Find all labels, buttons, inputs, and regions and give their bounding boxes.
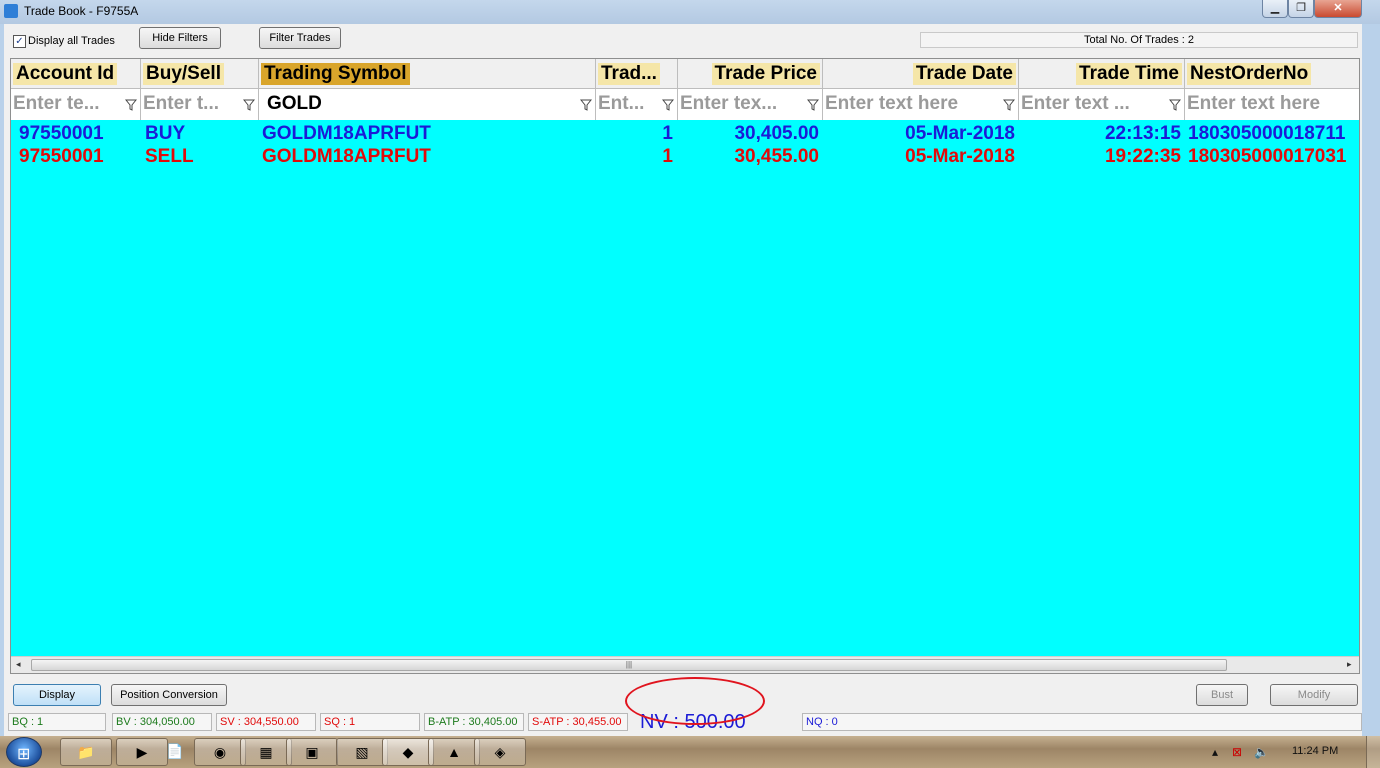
network-error-icon[interactable]: ⊠ (1232, 745, 1242, 759)
table-row[interactable]: 97550001 BUY GOLDM18APRFUT 1 30,405.00 0… (11, 122, 1359, 145)
cell-trade-qty: 1 (662, 123, 673, 144)
minimize-button[interactable]: ▁ (1262, 0, 1288, 18)
window-icon[interactable]: ▣ (286, 738, 338, 766)
scroll-right-arrow-icon[interactable]: ▸ (1347, 659, 1352, 670)
cell-trading-symbol: GOLDM18APRFUT (262, 146, 431, 167)
funnel-filter-icon[interactable] (807, 99, 819, 111)
filter-input-account-id[interactable] (13, 93, 121, 115)
cell-buy-sell: SELL (145, 146, 194, 167)
filter-input-nest-order-no[interactable] (1187, 93, 1355, 115)
cell-nest-order-no: 180305000018711 (1188, 123, 1346, 144)
windows-logo-icon: ⊞ (17, 746, 31, 763)
column-header-trading-symbol[interactable]: Trading Symbol (259, 59, 596, 89)
cell-trade-qty: 1 (662, 146, 673, 167)
excel-icon[interactable]: ▧ (336, 738, 388, 766)
network-icon[interactable]: ◈ (474, 738, 526, 766)
column-header-trade-date[interactable]: Trade Date (823, 59, 1019, 89)
funnel-filter-icon[interactable] (1169, 99, 1181, 111)
cell-buy-sell: BUY (145, 123, 186, 144)
trade-book-window: ✓ Display all Trades Hide Filters Filter… (0, 24, 1366, 736)
prism-icon[interactable]: ▲ (428, 738, 480, 766)
tray-expand-icon[interactable]: ▴ (1212, 745, 1218, 759)
title-bar: Trade Book - F9755A ▁ ❐ ✕ (0, 0, 1380, 24)
filter-cell-trade-time (1019, 89, 1185, 120)
red-annotation-circle (625, 677, 765, 725)
column-header-nest-order-no[interactable]: NestOrderNo (1185, 59, 1359, 89)
horizontal-scrollbar[interactable]: ◂ ||| ▸ (11, 656, 1359, 673)
status-buy-value: BV : 304,050.00 (112, 713, 212, 731)
document-icon[interactable]: 📄 (160, 738, 190, 766)
window-title: Trade Book - F9755A (24, 4, 139, 18)
column-header-account-id[interactable]: Account Id (11, 59, 141, 89)
trade-grid: Account Id Buy/Sell Trading Symbol Trad.… (10, 58, 1360, 674)
cell-trade-time: 22:13:15 (1104, 123, 1181, 144)
cell-trading-symbol: GOLDM18APRFUT (262, 123, 431, 144)
volume-icon[interactable]: 🔈 (1254, 745, 1269, 759)
status-sell-value: SV : 304,550.00 (216, 713, 316, 731)
funnel-filter-icon[interactable] (662, 99, 674, 111)
cell-trade-price: 30,405.00 (734, 123, 819, 144)
cell-nest-order-no: 180305000017031 (1188, 146, 1347, 167)
chrome-icon[interactable]: ◉ (194, 738, 246, 766)
bust-button[interactable]: Bust (1196, 684, 1248, 706)
column-header-trade-time[interactable]: Trade Time (1019, 59, 1185, 89)
column-header-buy-sell[interactable]: Buy/Sell (141, 59, 259, 89)
cell-account-id: 97550001 (19, 146, 104, 167)
close-button[interactable]: ✕ (1314, 0, 1362, 18)
filter-cell-trade-date (823, 89, 1019, 120)
filter-trades-button[interactable]: Filter Trades (259, 27, 341, 49)
filter-cell-account-id (11, 89, 141, 120)
folder-icon[interactable]: 📁 (60, 738, 112, 766)
toolbar: ✓ Display all Trades Hide Filters Filter… (8, 24, 1364, 56)
filter-cell-trade-price (678, 89, 823, 120)
hide-filters-button[interactable]: Hide Filters (139, 27, 221, 49)
status-net-qty: NQ : 0 (802, 713, 1362, 731)
filter-input-trading-symbol[interactable] (267, 93, 567, 115)
grid-header-row: Account Id Buy/Sell Trading Symbol Trad.… (11, 59, 1359, 89)
status-buy-qty: BQ : 1 (8, 713, 106, 731)
cell-trade-time: 19:22:35 (1104, 146, 1181, 167)
display-all-label: Display all Trades (28, 35, 115, 47)
column-header-trade-qty[interactable]: Trad... (596, 59, 678, 89)
position-conversion-button[interactable]: Position Conversion (111, 684, 227, 706)
trading-terminal-icon[interactable]: ◆ (382, 738, 434, 766)
start-button[interactable]: ⊞ (6, 737, 42, 767)
cell-trade-price: 30,455.00 (734, 146, 819, 167)
filter-cell-trade-qty (596, 89, 678, 120)
filter-row (11, 89, 1359, 120)
taskbar-clock[interactable]: 11:24 PM (1292, 745, 1338, 757)
scrollbar-thumb[interactable]: ||| (31, 659, 1227, 671)
filter-cell-trading-symbol (259, 89, 596, 120)
display-button[interactable]: Display (13, 684, 101, 706)
scroll-left-arrow-icon[interactable]: ◂ (16, 659, 21, 670)
funnel-filter-icon[interactable] (125, 99, 137, 111)
filter-cell-buy-sell (141, 89, 259, 120)
taskbar: ⊞ 📁 ▶ 📄 ◉ ▦ ▣ ▧ ◆ ▲ ◈ ▴ ⊠ 🔈 11:24 PM (0, 736, 1380, 768)
modify-button[interactable]: Modify (1270, 684, 1358, 706)
show-desktop-button[interactable] (1366, 736, 1380, 768)
filter-input-trade-time[interactable] (1021, 93, 1165, 115)
status-sell-qty: SQ : 1 (320, 713, 420, 731)
status-buy-atp: B-ATP : 30,405.00 (424, 713, 524, 731)
funnel-filter-icon[interactable] (243, 99, 255, 111)
funnel-filter-icon[interactable] (1003, 99, 1015, 111)
filter-cell-nest-order-no (1185, 89, 1359, 120)
filter-input-buy-sell[interactable] (143, 93, 239, 115)
filter-input-trade-date[interactable] (825, 93, 999, 115)
cell-trade-date: 05-Mar-2018 (905, 123, 1015, 144)
maximize-button[interactable]: ❐ (1288, 0, 1314, 18)
app-icon (4, 4, 18, 18)
filter-input-trade-price[interactable] (680, 93, 804, 115)
table-row[interactable]: 97550001 SELL GOLDM18APRFUT 1 30,455.00 … (11, 145, 1359, 168)
calculator-icon[interactable]: ▦ (240, 738, 292, 766)
total-trades-count: Total No. Of Trades : 2 (920, 32, 1358, 48)
status-sell-atp: S-ATP : 30,455.00 (528, 713, 628, 731)
cell-trade-date: 05-Mar-2018 (905, 146, 1015, 167)
cell-account-id: 97550001 (19, 123, 104, 144)
filter-input-trade-qty[interactable] (598, 93, 658, 115)
funnel-filter-icon[interactable] (580, 99, 592, 111)
display-all-checkbox[interactable]: ✓ (13, 35, 26, 48)
column-header-trade-price[interactable]: Trade Price (678, 59, 823, 89)
